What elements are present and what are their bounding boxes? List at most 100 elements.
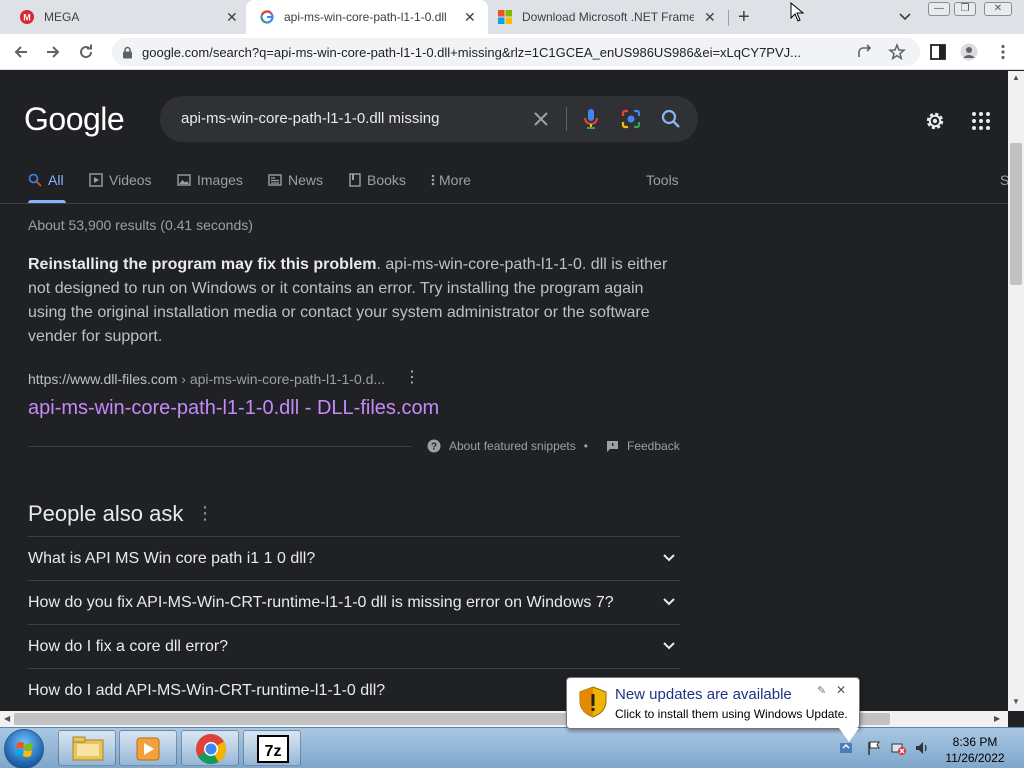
scroll-up-arrow-icon[interactable]: ▲ (1012, 73, 1020, 82)
restore-button[interactable]: ❐ (954, 2, 976, 16)
tab-google-search[interactable]: api-ms-win-core-path-l1-1-0.dll ✕ (246, 0, 488, 34)
tab-dotnet-download[interactable]: Download Microsoft .NET Framew ✕ (488, 0, 728, 34)
start-button[interactable] (4, 729, 44, 768)
close-icon[interactable]: ✕ (836, 683, 846, 697)
lock-icon[interactable] (122, 46, 133, 59)
tab-books-label: Books (367, 172, 406, 188)
tab-mega[interactable]: M MEGA ✕ (0, 0, 246, 34)
paa-options-icon[interactable]: ⋮ (196, 504, 214, 522)
windows-update-tray-icon[interactable] (838, 740, 854, 756)
svg-text:7z: 7z (265, 743, 282, 760)
taskbar-chrome-button[interactable] (181, 730, 239, 766)
taskbar-explorer-button[interactable] (58, 730, 116, 766)
searchbox-divider (566, 107, 567, 131)
tab-all-label: All (48, 172, 64, 188)
chevron-down-icon (663, 598, 675, 606)
bookmark-star-icon[interactable] (888, 43, 906, 61)
back-arrow-icon[interactable] (12, 43, 30, 61)
chevron-down-icon (663, 642, 675, 650)
notification-title: New updates are available (615, 686, 792, 703)
about-featured-snippets-link[interactable]: ? About featured snippets • (427, 439, 588, 453)
about-snippets-label: About featured snippets (449, 439, 576, 453)
taskbar-clock[interactable]: 8:36 PM 11/26/2022 (940, 734, 1010, 766)
7zip-icon: 7z (257, 735, 289, 763)
tab-news-label: News (288, 172, 324, 188)
tab-more[interactable]: More (431, 172, 471, 188)
paa-question-text: How do I add API-MS-Win-CRT-runtime-l1-1… (28, 682, 386, 699)
result-options-icon[interactable]: ⋮ (404, 370, 420, 386)
google-g-icon (260, 10, 274, 24)
url-text: google.com/search?q=api-ms-win-core-path… (142, 45, 801, 60)
svg-text:?: ? (431, 442, 437, 453)
feedback-link[interactable]: Feedback (606, 439, 680, 453)
result-cite[interactable]: https://www.dll-files.com › api-ms-win-c… (28, 371, 385, 387)
volume-speaker-icon[interactable] (914, 740, 930, 756)
close-tab-icon[interactable]: ✕ (464, 10, 476, 24)
share-icon[interactable] (856, 43, 874, 61)
paa-question-text: How do you fix API-MS-Win-CRT-runtime-l1… (28, 594, 614, 611)
tab-images[interactable]: Images (177, 172, 243, 188)
voice-search-mic-icon[interactable] (582, 108, 600, 130)
active-tab-indicator (28, 200, 66, 203)
video-play-icon (89, 173, 103, 187)
minimize-button[interactable]: — (928, 2, 950, 16)
taskbar-7zip-button[interactable]: 7z (243, 730, 301, 766)
browser-toolbar: google.com/search?q=api-ms-win-core-path… (0, 34, 1024, 70)
close-tab-icon[interactable]: ✕ (226, 10, 238, 24)
vertical-scroll-thumb[interactable] (1010, 143, 1022, 285)
gear-icon[interactable] (923, 109, 947, 133)
windows-update-notification[interactable]: New updates are available Click to insta… (566, 677, 860, 742)
profile-avatar-icon[interactable] (960, 43, 978, 61)
google-logo[interactable]: Google (24, 101, 125, 138)
tab-title: api-ms-win-core-path-l1-1-0.dll (284, 10, 447, 24)
tab-divider (728, 10, 729, 26)
news-icon (268, 174, 282, 186)
apps-grid-icon[interactable] (971, 111, 991, 131)
snippet-bold-answer: Reinstalling the program may fix this pr… (28, 256, 377, 273)
action-center-flag-icon[interactable] (866, 740, 882, 756)
scroll-down-arrow-icon[interactable]: ▼ (1012, 697, 1020, 706)
close-tab-icon[interactable]: ✕ (704, 10, 716, 24)
network-disconnected-icon[interactable] (890, 740, 906, 756)
cite-path: › api-ms-win-core-path-l1-1-0.d... (177, 371, 386, 387)
address-bar[interactable]: google.com/search?q=api-ms-win-core-path… (112, 38, 920, 66)
paa-question[interactable]: What is API MS Win core path i1 1 0 dll? (28, 536, 680, 580)
search-query-text[interactable]: api-ms-win-core-path-l1-1-0.dll missing (181, 110, 439, 127)
microsoft-logo-icon (498, 10, 512, 24)
windows-explorer-icon (72, 736, 104, 761)
featured-snippet-text: Reinstalling the program may fix this pr… (28, 253, 678, 349)
paa-question[interactable]: How do I fix a core dll error? (28, 624, 680, 668)
close-window-button[interactable]: ✕ (984, 2, 1012, 16)
tab-all[interactable]: All (28, 172, 64, 188)
reload-icon[interactable] (77, 43, 95, 61)
safesearch-button[interactable]: S (1000, 172, 1008, 188)
new-tab-plus-icon[interactable]: + (738, 6, 750, 29)
search-category-tabs: All Videos Images News Books More Tools … (0, 166, 1008, 204)
feedback-icon (607, 440, 618, 452)
tab-strip: M MEGA ✕ api-ms-win-core-path-l1-1-0.dll… (0, 0, 1024, 34)
scroll-left-arrow-icon[interactable]: ◀ (4, 714, 10, 723)
tab-search-chevron-icon[interactable] (898, 10, 912, 24)
paa-question-text: What is API MS Win core path i1 1 0 dll? (28, 550, 316, 567)
notification-options-icon[interactable]: ✎ (817, 684, 826, 697)
scroll-right-arrow-icon[interactable]: ▶ (994, 714, 1000, 723)
side-panel-icon[interactable] (929, 43, 947, 61)
taskbar-media-player-button[interactable] (119, 730, 177, 766)
svg-text:M: M (23, 13, 31, 23)
mega-logo-icon: M (20, 10, 34, 24)
vertical-scrollbar[interactable]: ▲ ▼ (1008, 71, 1024, 711)
tab-title: Download Microsoft .NET Framew (522, 10, 694, 24)
book-icon (349, 173, 361, 187)
search-icon[interactable] (660, 108, 682, 130)
tab-books[interactable]: Books (349, 172, 406, 188)
tools-button[interactable]: Tools (646, 172, 679, 188)
google-lens-camera-icon[interactable] (620, 108, 642, 130)
forward-arrow-icon[interactable] (44, 43, 62, 61)
clear-search-icon[interactable] (532, 110, 550, 128)
kebab-menu-icon[interactable] (994, 43, 1012, 61)
search-input[interactable]: api-ms-win-core-path-l1-1-0.dll missing (160, 96, 698, 142)
tab-videos[interactable]: Videos (89, 172, 152, 188)
result-title-link[interactable]: api-ms-win-core-path-l1-1-0.dll - DLL-fi… (28, 397, 439, 420)
paa-question[interactable]: How do you fix API-MS-Win-CRT-runtime-l1… (28, 580, 680, 624)
tab-news[interactable]: News (268, 172, 323, 188)
